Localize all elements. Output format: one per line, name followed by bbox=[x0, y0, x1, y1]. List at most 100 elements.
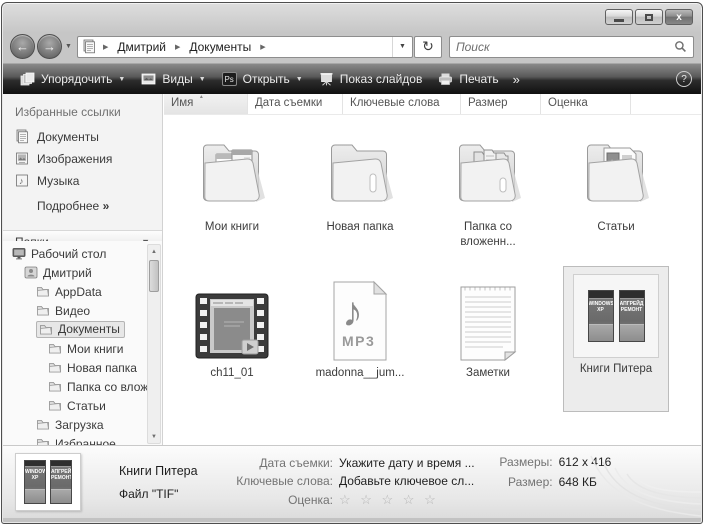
size-value: 648 КБ bbox=[559, 475, 612, 489]
folder-icon bbox=[48, 380, 62, 393]
tree-item-label: Мои книги bbox=[67, 342, 124, 356]
file-item-nested-folder[interactable]: Папка со вложенн... bbox=[430, 120, 546, 266]
tree-item-label: Избранное bbox=[55, 437, 116, 446]
sidebar-item-label: Изображения bbox=[37, 152, 112, 166]
scroll-down-icon[interactable]: ▼ bbox=[148, 430, 160, 443]
more-link[interactable]: Подробнее » bbox=[3, 192, 162, 217]
more-chevron-icon: » bbox=[103, 199, 109, 213]
details-file-name: Книги Питера bbox=[119, 464, 231, 478]
sort-ascending-icon: ▲ bbox=[199, 94, 204, 100]
dimensions-value: 612 x 416 bbox=[559, 455, 612, 469]
column-header-size[interactable]: Размер bbox=[461, 94, 541, 114]
address-dropdown-button[interactable]: ▼ bbox=[392, 37, 412, 57]
open-label: Открыть bbox=[243, 72, 290, 86]
file-item-peter-books[interactable]: WINDOWS XP АПГРЕЙД РЕМОНТ Книги Питера bbox=[563, 266, 669, 412]
back-button[interactable]: ← bbox=[10, 34, 35, 59]
tree-item-desktop[interactable]: Рабочий стол bbox=[3, 244, 162, 263]
tree-scrollbar[interactable]: ▲ ▼ bbox=[147, 244, 161, 444]
folder-with-documents-icon bbox=[576, 132, 656, 216]
toolbar-overflow-button[interactable]: » bbox=[507, 72, 526, 87]
breadcrumb-separator-icon: ▶ bbox=[96, 43, 115, 51]
minimize-button[interactable] bbox=[605, 9, 633, 25]
sidebar-item-documents[interactable]: Документы bbox=[3, 126, 162, 148]
user-folder-icon bbox=[24, 266, 38, 279]
slideshow-button[interactable]: Показ слайдов bbox=[311, 67, 431, 91]
sidebar-item-label: Музыка bbox=[37, 174, 79, 188]
tree-item-new-folder[interactable]: Новая папка bbox=[3, 358, 162, 377]
slideshow-screen-icon bbox=[319, 72, 334, 86]
window-controls: x bbox=[605, 9, 693, 25]
book-cover-upgrade: АПГРЕЙД РЕМОНТ bbox=[619, 290, 645, 342]
open-button[interactable]: Ps Открыть ▼ bbox=[214, 67, 311, 91]
file-item-label: madonna__jum... bbox=[316, 366, 405, 381]
mp3-badge: MP3 bbox=[342, 333, 375, 349]
breadcrumb-item-user[interactable]: Дмитрий bbox=[115, 39, 168, 55]
tree-item-favorites[interactable]: Избранное bbox=[3, 434, 162, 445]
help-button[interactable]: ? bbox=[676, 71, 692, 87]
refresh-button[interactable]: ↻ bbox=[414, 36, 442, 58]
forward-button[interactable]: → bbox=[37, 34, 62, 59]
rating-stars[interactable]: ☆ ☆ ☆ ☆ ☆ bbox=[339, 492, 475, 508]
close-button[interactable]: x bbox=[665, 9, 693, 25]
tree-item-label: Дмитрий bbox=[43, 266, 92, 280]
tree-item-my-books[interactable]: Мои книги bbox=[3, 339, 162, 358]
explorer-window: x ← → ▼ ▶ Дмитрий ▶ Документы ▶ ▼ ↻ bbox=[1, 2, 703, 524]
music-icon bbox=[15, 173, 29, 188]
column-header-name[interactable]: ▲ Имя bbox=[164, 94, 248, 114]
search-box bbox=[449, 36, 694, 58]
tree-item-appdata[interactable]: AppData bbox=[3, 282, 162, 301]
keywords-value[interactable]: Добавьте ключевое сл... bbox=[339, 474, 475, 488]
tree-item-downloads[interactable]: Загрузка bbox=[3, 415, 162, 434]
printer-icon bbox=[438, 72, 453, 86]
column-header-rating[interactable]: Оценка bbox=[541, 94, 631, 114]
print-button[interactable]: Печать bbox=[430, 67, 506, 91]
pictures-icon bbox=[15, 151, 29, 166]
scrollbar-thumb[interactable] bbox=[149, 260, 159, 292]
tree-selected-highlight: Документы bbox=[36, 321, 125, 338]
shoot-date-value[interactable]: Укажите дату и время ... bbox=[339, 456, 475, 470]
file-item-label: Заметки bbox=[466, 366, 510, 381]
organize-button[interactable]: Упорядочить ▼ bbox=[12, 67, 133, 91]
search-input[interactable] bbox=[456, 40, 674, 54]
file-item-articles[interactable]: Статьи bbox=[558, 120, 674, 266]
book-cover-windows-xp: WINDOWS XP bbox=[588, 290, 614, 342]
scroll-up-icon[interactable]: ▲ bbox=[148, 245, 160, 258]
file-list-pane: ▲ Имя Дата съемки Ключевые слова Размер … bbox=[164, 94, 701, 445]
tree-item-articles[interactable]: Статьи bbox=[3, 396, 162, 415]
views-dropdown-icon: ▼ bbox=[199, 76, 206, 83]
tree-item-user[interactable]: Дмитрий bbox=[3, 263, 162, 282]
file-item-label: ch11_01 bbox=[210, 366, 253, 381]
sidebar-item-music[interactable]: Музыка bbox=[3, 170, 162, 192]
tif-thumbnail: WINDOWS XP АПГРЕЙД РЕМОНТ bbox=[573, 274, 659, 358]
recent-pages-chevron-icon[interactable]: ▼ bbox=[65, 43, 72, 50]
tree-item-documents[interactable]: Документы bbox=[3, 320, 162, 339]
navigation-pane: Избранные ссылки Документы Изображения М… bbox=[3, 94, 163, 445]
keywords-label: Ключевые слова: bbox=[231, 474, 333, 488]
restore-button[interactable] bbox=[635, 9, 663, 25]
views-button[interactable]: Виды ▼ bbox=[133, 67, 213, 91]
title-bar[interactable]: x bbox=[2, 3, 702, 30]
tree-item-video[interactable]: Видео bbox=[3, 301, 162, 320]
column-header-date-taken[interactable]: Дата съемки bbox=[248, 94, 343, 114]
address-bar: ← → ▼ ▶ Дмитрий ▶ Документы ▶ ▼ ↻ bbox=[2, 31, 702, 62]
sidebar-item-label: Документы bbox=[37, 130, 99, 144]
file-item-mp3[interactable]: ♪ MP3 madonna__jum... bbox=[302, 266, 418, 412]
file-item-label: Новая папка bbox=[326, 220, 393, 235]
folder-with-subfolders-icon bbox=[448, 132, 528, 216]
tree-item-label: Папка со вложе bbox=[67, 380, 155, 394]
breadcrumb[interactable]: ▶ Дмитрий ▶ Документы ▶ ▼ bbox=[77, 36, 413, 58]
file-item-video[interactable]: ch11_01 bbox=[174, 266, 290, 412]
open-dropdown-icon: ▼ bbox=[296, 76, 303, 83]
folder-icon bbox=[36, 285, 50, 298]
folder-icon bbox=[48, 361, 62, 374]
sidebar-item-pictures[interactable]: Изображения bbox=[3, 148, 162, 170]
breadcrumb-item-documents[interactable]: Документы bbox=[187, 39, 253, 55]
tree-item-nested-folder[interactable]: Папка со вложе bbox=[3, 377, 162, 396]
close-icon: x bbox=[676, 12, 682, 23]
file-item-my-books[interactable]: Мои книги bbox=[174, 120, 290, 266]
file-item-notes[interactable]: Заметки bbox=[430, 266, 546, 412]
details-file-type: Файл "TIF" bbox=[119, 487, 231, 501]
file-item-new-folder[interactable]: Новая папка bbox=[302, 120, 418, 266]
column-header-keywords[interactable]: Ключевые слова bbox=[343, 94, 461, 114]
file-item-label: Книги Питера bbox=[580, 362, 652, 377]
